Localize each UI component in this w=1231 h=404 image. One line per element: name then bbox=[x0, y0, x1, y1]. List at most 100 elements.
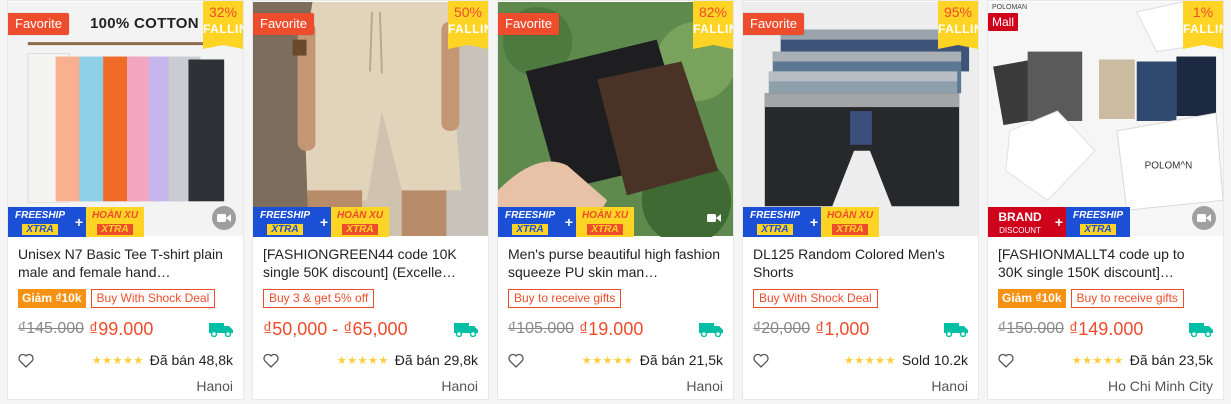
deal-tag: Buy With Shock Deal bbox=[753, 289, 878, 308]
deal-tag: Buy to receive gifts bbox=[508, 289, 622, 308]
favorite-badge: Favorite bbox=[253, 13, 314, 35]
product-title[interactable]: [FASHIONMALLT4 code up to 30K single 150… bbox=[998, 245, 1213, 281]
video-icon[interactable] bbox=[1192, 206, 1216, 230]
rating-stars: ★★★★★ bbox=[581, 354, 634, 367]
product-card[interactable]: Favorite 100% COTTON 32% FALLING FREESHI… bbox=[7, 0, 244, 400]
promo-tags: Buy to receive gifts bbox=[508, 289, 723, 308]
video-icon[interactable] bbox=[212, 206, 236, 230]
discount-percent: 32% bbox=[208, 4, 238, 20]
promo-tags: Giảm ₫10k Buy to receive gifts bbox=[998, 289, 1213, 308]
favorite-badge: Favorite bbox=[743, 13, 804, 35]
plus-icon: + bbox=[317, 207, 331, 237]
shipping-badges: FREESHIP XTRA + HOÀN XU XTRA bbox=[498, 207, 634, 237]
coin-back-badge: HOÀN XU XTRA bbox=[86, 207, 144, 237]
rating-stars: ★★★★★ bbox=[844, 354, 896, 367]
discount-percent: 95% bbox=[943, 4, 973, 20]
product-image[interactable]: Favorite 50% FALLING FREESHIPXTRA + HOÀN… bbox=[253, 1, 488, 237]
price-row: ₫50,000 - ₫65,000 bbox=[263, 318, 478, 340]
product-card[interactable]: POLOM^N Mall POLOMAN 1% FALLING BRANDDIS… bbox=[987, 0, 1224, 400]
deal-tag: Buy to receive gifts bbox=[1070, 289, 1184, 308]
plus-icon: + bbox=[72, 207, 86, 237]
plus-icon: + bbox=[1052, 207, 1066, 237]
price-row: ₫20,000 ₫1,000 bbox=[753, 318, 968, 340]
product-image[interactable]: Favorite 100% COTTON 32% FALLING FREESHI… bbox=[8, 1, 243, 237]
price-row: ₫150.000 ₫149.000 bbox=[998, 318, 1213, 340]
discount-badge: 1% FALLING bbox=[1183, 1, 1223, 49]
sold-count: Đã bán 23,5k bbox=[1129, 352, 1213, 368]
freeship-xtra-badge: FREESHIP XTRA bbox=[253, 207, 317, 237]
product-card[interactable]: Favorite 50% FALLING FREESHIPXTRA + HOÀN… bbox=[252, 0, 489, 400]
discount-percent: 82% bbox=[698, 4, 728, 20]
price-row: ₫145.000 ₫99.000 bbox=[18, 318, 233, 340]
product-title[interactable]: Unisex N7 Basic Tee T-shirt plain male a… bbox=[18, 245, 233, 281]
favorite-badge: Favorite bbox=[498, 13, 559, 35]
freeship-xtra-badge: FREESHIP XTRA bbox=[498, 207, 562, 237]
freeship-xtra-badge: FREESHIP XTRA bbox=[8, 207, 72, 237]
heart-icon[interactable] bbox=[998, 353, 1014, 368]
rating-stars: ★★★★★ bbox=[336, 354, 389, 367]
favorite-badge: Favorite bbox=[8, 13, 69, 35]
heart-icon[interactable] bbox=[18, 353, 34, 368]
product-title[interactable]: Men's purse beautiful high fashion squee… bbox=[508, 245, 723, 281]
discount-label: FALLING bbox=[448, 22, 488, 36]
product-image[interactable]: Favorite 82% FALLING FREESHIPXTRA + HOÀN… bbox=[498, 1, 733, 237]
rating-row: ★★★★★ Sold 10.2k bbox=[753, 352, 968, 368]
discount-percent: 50% bbox=[453, 4, 483, 20]
product-image[interactable]: POLOM^N Mall POLOMAN 1% FALLING BRANDDIS… bbox=[988, 1, 1223, 237]
video-icon[interactable] bbox=[702, 206, 726, 230]
promo-tags: Giảm ₫10k Buy With Shock Deal bbox=[18, 289, 233, 308]
shop-location: Hanoi bbox=[441, 378, 478, 394]
product-row: Favorite 100% COTTON 32% FALLING FREESHI… bbox=[0, 0, 1231, 404]
sold-count: Đã bán 21,5k bbox=[639, 352, 723, 368]
free-shipping-truck-icon bbox=[699, 323, 723, 337]
shop-location: Hanoi bbox=[196, 378, 233, 394]
sale-price: ₫50,000 - ₫65,000 bbox=[263, 318, 408, 339]
rating-row: ★★★★★ Đã bán 29,8k bbox=[263, 352, 478, 368]
freeship-xtra-badge: FREESHIP XTRA bbox=[743, 207, 807, 237]
free-shipping-truck-icon bbox=[1189, 323, 1213, 337]
free-shipping-truck-icon bbox=[944, 323, 968, 337]
rating-stars: ★★★★★ bbox=[91, 354, 144, 367]
discount-badge: 32% FALLING bbox=[203, 1, 243, 49]
coin-back-badge: HOÀN XU XTRA bbox=[821, 207, 879, 237]
shipping-badges: BRAND DISCOUNT + FREESHIP XTRA bbox=[988, 207, 1130, 237]
box-brand-text: POLOM^N bbox=[1145, 161, 1193, 172]
heart-icon[interactable] bbox=[508, 353, 524, 368]
original-price: ₫20,000 bbox=[753, 320, 811, 337]
discount-percent: 1% bbox=[1192, 4, 1214, 20]
sale-price: ₫1,000 bbox=[815, 318, 870, 339]
shipping-badges: FREESHIP XTRA + HOÀN XU XTRA bbox=[743, 207, 879, 237]
shipping-badges: FREESHIP XTRA + HOÀN XU XTRA bbox=[253, 207, 389, 237]
coin-back-badge: HOÀN XU XTRA bbox=[576, 207, 634, 237]
discount-label: FALLING bbox=[938, 22, 978, 36]
shipping-badges: FREESHIP XTRA + HOÀN XU XTRA bbox=[8, 207, 144, 237]
image-caption: 100% COTTON bbox=[90, 15, 199, 32]
discount-badge: 50% FALLING bbox=[448, 1, 488, 49]
rating-stars: ★★★★★ bbox=[1071, 354, 1124, 367]
brand-logo-text: POLOMAN bbox=[992, 4, 1028, 11]
heart-icon[interactable] bbox=[753, 353, 769, 368]
mall-badge: Mall bbox=[988, 13, 1019, 31]
voucher-tag: Giảm ₫10k bbox=[998, 289, 1066, 308]
heart-icon[interactable] bbox=[263, 353, 279, 368]
discount-label: FALLING bbox=[203, 22, 243, 36]
sale-price: ₫19.000 bbox=[579, 318, 644, 339]
product-title[interactable]: DL125 Random Colored Men's Shorts bbox=[753, 245, 968, 281]
original-price: ₫150.000 bbox=[998, 320, 1065, 337]
discount-label: FALLING bbox=[693, 22, 733, 36]
price-row: ₫105.000 ₫19.000 bbox=[508, 318, 723, 340]
product-image[interactable]: Favorite 95% FALLING FREESHIPXTRA + HOÀN… bbox=[743, 1, 978, 237]
sale-price: ₫99.000 bbox=[89, 318, 154, 339]
voucher-tag: Giảm ₫10k bbox=[18, 289, 86, 308]
product-card[interactable]: Favorite 82% FALLING FREESHIPXTRA + HOÀN… bbox=[497, 0, 734, 400]
discount-badge: 95% FALLING bbox=[938, 1, 978, 49]
promo-tags: Buy With Shock Deal bbox=[753, 289, 968, 308]
free-shipping-truck-icon bbox=[454, 323, 478, 337]
product-title[interactable]: [FASHIONGREEN44 code 10K single 50K disc… bbox=[263, 245, 478, 281]
coin-back-badge: HOÀN XU XTRA bbox=[331, 207, 389, 237]
deal-tag: Buy With Shock Deal bbox=[90, 289, 216, 308]
sale-price: ₫149.000 bbox=[1069, 318, 1144, 339]
freeship-xtra-badge: FREESHIP XTRA bbox=[1066, 207, 1130, 237]
product-card[interactable]: Favorite 95% FALLING FREESHIPXTRA + HOÀN… bbox=[742, 0, 979, 400]
shop-location: Hanoi bbox=[686, 378, 723, 394]
